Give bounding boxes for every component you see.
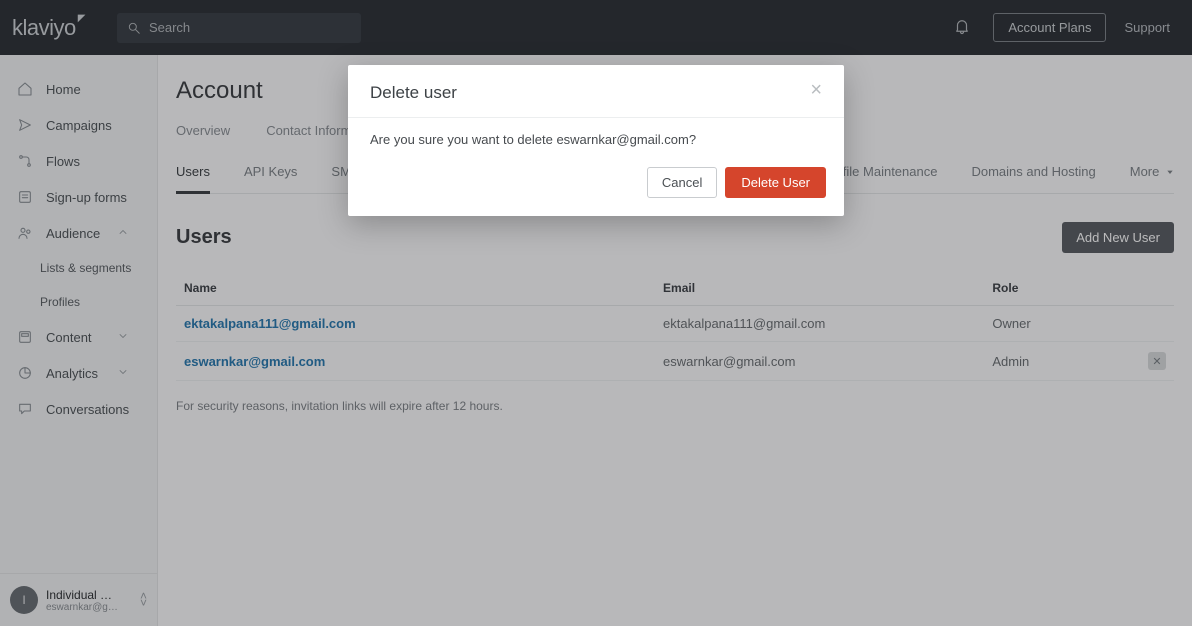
delete-user-modal: Delete user × Are you sure you want to d…	[348, 65, 844, 216]
cancel-button[interactable]: Cancel	[647, 167, 717, 198]
modal-title: Delete user	[370, 83, 457, 103]
modal-body: Are you sure you want to delete eswarnka…	[348, 118, 844, 153]
close-icon[interactable]: ×	[810, 83, 822, 97]
delete-user-button[interactable]: Delete User	[725, 167, 826, 198]
